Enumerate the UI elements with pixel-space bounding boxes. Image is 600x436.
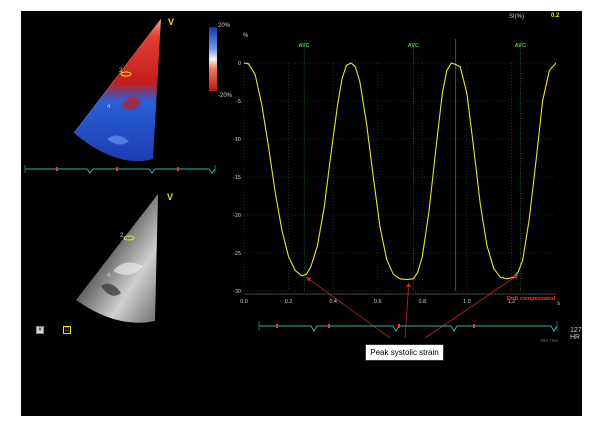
trigger-label: TRG TRG <box>540 338 558 343</box>
hr-unit: HR <box>570 334 581 341</box>
hr-value: 127 <box>570 327 582 334</box>
echo-screen: V 20% -20% 2 4 V 2 4 # □ SI(%) 0.2 % s A… <box>21 11 582 416</box>
drift-compensated-label: Drift compensated <box>507 296 556 302</box>
peak-systolic-strain-callout: Peak systolic strain <box>365 344 444 361</box>
ecg-strip-chart <box>258 321 558 332</box>
